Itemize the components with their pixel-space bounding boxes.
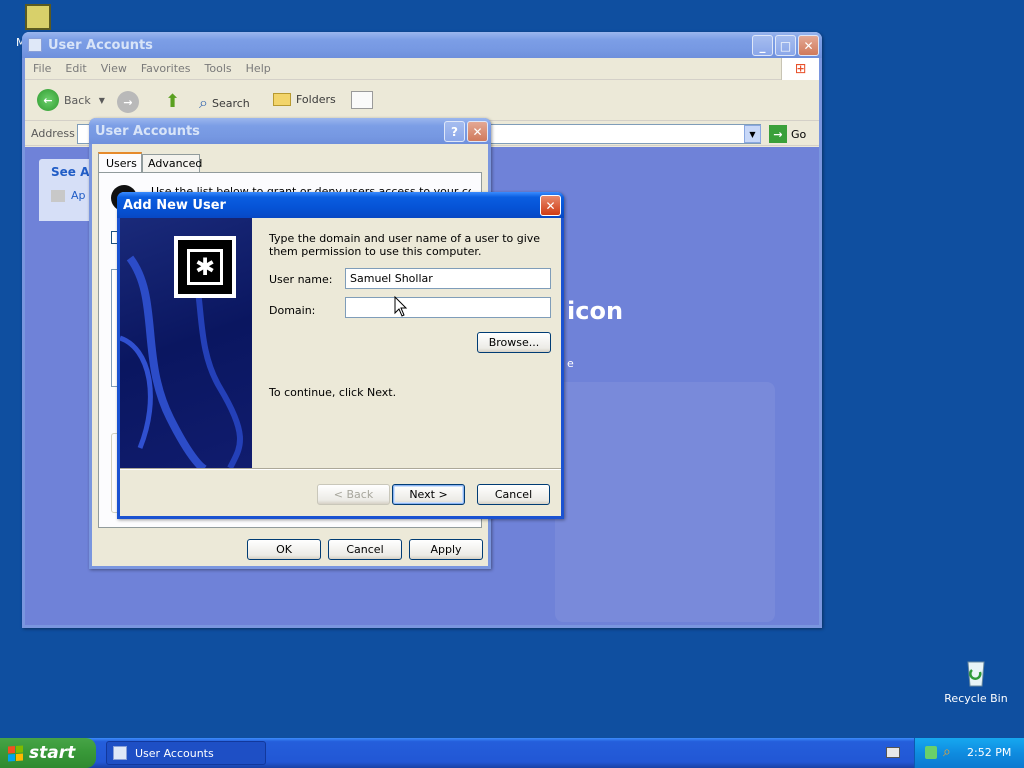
search-button[interactable]: ⌕ Search bbox=[199, 93, 250, 113]
windows-logo-icon: ⊞ bbox=[781, 58, 819, 80]
recycle-bin-icon bbox=[960, 656, 992, 688]
menu-bar: File Edit View Favorites Tools Help ⊞ bbox=[25, 58, 819, 80]
banner-heading: icon bbox=[567, 297, 624, 325]
taskbar: start User Accounts ⌕ 2:52 PM bbox=[0, 738, 1024, 768]
control-panel-icon bbox=[25, 4, 51, 30]
wizard-cancel-button[interactable]: Cancel bbox=[477, 484, 550, 505]
wizard-key-icon: ✱ bbox=[174, 236, 236, 298]
folder-icon bbox=[273, 93, 291, 106]
search-tray-icon[interactable]: ⌕ bbox=[943, 744, 951, 760]
add-user-wizard: Add New User ✕ ✱ Type the domain and use… bbox=[117, 192, 564, 519]
ok-button[interactable]: OK bbox=[247, 539, 321, 560]
see-also-item-label: Ap bbox=[71, 189, 86, 202]
menu-help[interactable]: Help bbox=[246, 62, 271, 75]
minimize-button[interactable]: _ bbox=[752, 35, 773, 56]
system-tray: ⌕ 2:52 PM bbox=[914, 738, 1024, 768]
taskbar-item-user-accounts[interactable]: User Accounts bbox=[106, 741, 266, 765]
recycle-bin-label: Recycle Bin bbox=[944, 692, 1008, 705]
help-button[interactable]: ? bbox=[444, 121, 465, 142]
go-label: Go bbox=[791, 127, 807, 141]
back-label: Back bbox=[64, 93, 91, 107]
up-folder-icon[interactable]: ⬆ bbox=[165, 91, 180, 112]
start-label: start bbox=[29, 743, 76, 763]
user-name-label: User name: bbox=[269, 273, 333, 286]
wizard-title: Add New User bbox=[123, 197, 226, 213]
window-titlebar[interactable]: User Accounts _ □ ✕ bbox=[22, 32, 822, 58]
wizard-instructions: Type the domain and user name of a user … bbox=[269, 232, 541, 258]
address-label: Address bbox=[31, 127, 75, 140]
network-icon[interactable] bbox=[925, 746, 937, 759]
start-button[interactable]: start bbox=[0, 738, 96, 768]
clock: 2:52 PM bbox=[967, 746, 1012, 759]
back-button[interactable]: ← Back ▼ bbox=[37, 89, 105, 111]
browse-button[interactable]: Browse... bbox=[477, 332, 551, 353]
mouse-cursor-icon bbox=[394, 296, 408, 317]
menu-file[interactable]: File bbox=[33, 62, 51, 75]
watermark-checkmark bbox=[555, 382, 775, 622]
windows-flag-icon bbox=[8, 744, 23, 762]
domain-input[interactable] bbox=[345, 297, 551, 318]
ua-close-button[interactable]: ✕ bbox=[467, 121, 488, 142]
address-dropdown-icon[interactable]: ▼ bbox=[744, 125, 761, 143]
taskbar-item-label: User Accounts bbox=[135, 746, 214, 760]
maximize-button[interactable]: □ bbox=[775, 35, 796, 56]
back-button[interactable]: < Back bbox=[317, 484, 390, 505]
tab-advanced[interactable]: Advanced bbox=[142, 154, 202, 173]
keyboard-icon[interactable] bbox=[886, 747, 900, 758]
ua-dialog-titlebar[interactable]: User Accounts ? ✕ bbox=[89, 118, 491, 144]
cancel-button[interactable]: Cancel bbox=[328, 539, 402, 560]
domain-label: Domain: bbox=[269, 304, 316, 317]
wizard-side-banner: ✱ bbox=[120, 218, 252, 468]
menu-favorites[interactable]: Favorites bbox=[141, 62, 191, 75]
wizard-titlebar[interactable]: Add New User ✕ bbox=[117, 192, 564, 218]
next-button[interactable]: Next > bbox=[392, 484, 465, 505]
go-arrow-icon: → bbox=[769, 125, 787, 143]
menu-edit[interactable]: Edit bbox=[65, 62, 86, 75]
back-arrow-icon: ← bbox=[37, 89, 59, 111]
forward-button[interactable]: → bbox=[117, 91, 139, 113]
views-icon[interactable] bbox=[351, 91, 373, 109]
folders-label: Folders bbox=[296, 93, 336, 106]
wizard-separator bbox=[120, 468, 561, 470]
window-icon bbox=[28, 38, 42, 52]
recycle-bin[interactable]: Recycle Bin bbox=[944, 656, 1008, 705]
search-label: Search bbox=[211, 96, 250, 110]
toolbar: ← Back ▼ → ⬆ ⌕ Search Folders bbox=[25, 81, 819, 121]
menu-tools[interactable]: Tools bbox=[205, 62, 232, 75]
close-button[interactable]: ✕ bbox=[798, 35, 819, 56]
banner-subtext: e bbox=[567, 357, 574, 370]
tab-users[interactable]: Users bbox=[98, 152, 142, 173]
continue-text: To continue, click Next. bbox=[269, 386, 397, 399]
go-button[interactable]: → Go bbox=[769, 125, 806, 143]
user-accounts-task-icon bbox=[113, 746, 127, 760]
wizard-close-button[interactable]: ✕ bbox=[540, 195, 561, 216]
search-icon: ⌕ bbox=[199, 93, 208, 112]
menu-view[interactable]: View bbox=[101, 62, 127, 75]
user-name-input[interactable]: Samuel Shollar bbox=[345, 268, 551, 289]
window-title: User Accounts bbox=[48, 37, 153, 53]
ua-dialog-title: User Accounts bbox=[95, 123, 200, 139]
appearance-icon bbox=[51, 189, 65, 202]
back-dropdown-icon[interactable]: ▼ bbox=[99, 96, 105, 105]
apply-button[interactable]: Apply bbox=[409, 539, 483, 560]
folders-button[interactable]: Folders bbox=[273, 93, 336, 106]
